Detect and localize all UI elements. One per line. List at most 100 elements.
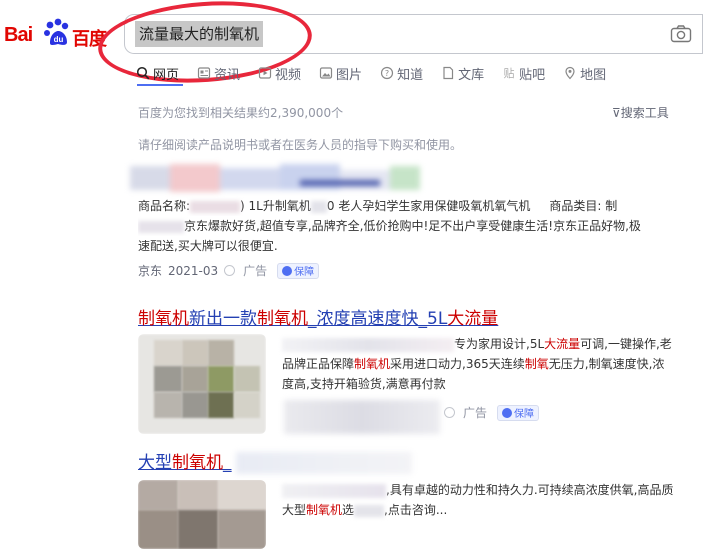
title-highlight: 制氧机 <box>257 309 308 329</box>
desc-text: 采用进口动力,365天连续 <box>390 357 525 371</box>
check-icon <box>502 407 513 418</box>
mosaic-cell <box>208 366 234 392</box>
tab-label: 网页 <box>153 67 180 83</box>
result3-title-link[interactable]: 大型制氧机_ <box>138 448 232 473</box>
guarantee-label: 保障 <box>294 267 315 278</box>
result2-thumbnail[interactable] <box>138 334 266 434</box>
result2-source-redacted <box>284 400 440 434</box>
search-tools-label: 搜索工具 <box>620 106 669 120</box>
mosaic-cell <box>234 392 260 418</box>
mosaic-cell <box>154 392 182 418</box>
mosaic-cell <box>154 366 182 392</box>
tab-label: 图片 <box>336 67 363 83</box>
tab-wenku[interactable]: 文库 <box>441 62 484 84</box>
mosaic-cell <box>218 480 266 510</box>
source-date: 2021-03 <box>168 263 219 278</box>
active-tab-indicator <box>137 84 183 86</box>
desc-text: 大型 <box>282 503 307 517</box>
info-icon[interactable] <box>224 265 236 276</box>
result2-meta: 广告 保障 <box>444 404 540 421</box>
guarantee-badge[interactable]: 保障 <box>497 404 540 421</box>
tab-label: 贴吧 <box>519 67 546 83</box>
mosaic-cell <box>154 340 182 366</box>
desc-highlight: 大流量 <box>544 337 581 351</box>
desc-text: ,点击咨询... <box>384 503 448 517</box>
desc-highlight: 制氧 <box>524 357 549 371</box>
tab-label: 文库 <box>458 67 485 83</box>
title-text: _ <box>223 453 232 473</box>
mosaic-cell <box>182 340 208 366</box>
title-text: 新出一款 <box>189 309 257 329</box>
result-count: 百度为您找到相关结果约2,390,000个 <box>138 106 344 120</box>
tab-news[interactable]: 资讯 <box>197 62 240 84</box>
title-highlight: 制氧机 <box>172 453 223 473</box>
tab-map[interactable]: 地图 <box>563 62 606 84</box>
info-icon[interactable] <box>444 407 455 418</box>
desc-highlight: 制氧机 <box>306 503 343 517</box>
title-highlight: 制氧机 <box>138 309 189 329</box>
ad1-desc-part: 0 老人孕妇学生家用保健吸氧机氧气机 <box>326 199 531 213</box>
baidu-logo[interactable]: Bai du 百度 <box>4 16 107 56</box>
logo-text-cn: 百度 <box>72 29 107 50</box>
camera-icon[interactable] <box>670 24 692 44</box>
tab-web[interactable]: 网页 <box>136 62 179 84</box>
mosaic-cell <box>182 392 208 418</box>
search-icon <box>136 66 150 80</box>
desc-text: 选 <box>342 503 355 517</box>
tab-tieba[interactable]: 贴 贴吧 <box>502 62 546 84</box>
result3-description: ,具有卓越的动力性和持久力.可持续高浓度供氧,高品质 大型制氧机选 ,点击咨询..… <box>282 480 700 520</box>
desc-text: 专为家用设计,5L <box>454 337 545 351</box>
ad-label: 广告 <box>243 264 268 278</box>
svg-text:贴: 贴 <box>504 66 515 80</box>
search-input[interactable]: 流量最大的制氧机 <box>135 21 264 47</box>
svg-text:du: du <box>54 35 64 44</box>
result2-title-link[interactable]: 制氧机新出一款制氧机_浓度高速度快_5L大流量 <box>138 304 498 329</box>
result3-thumbnail[interactable] <box>138 480 266 549</box>
guarantee-badge[interactable]: 保障 <box>277 262 320 279</box>
title-text: _浓度高速度快_5L <box>308 309 448 329</box>
mosaic-cell <box>208 340 234 366</box>
search-tools-button[interactable]: ⊽搜索工具 <box>612 104 669 121</box>
ad1-meta: 京东 2021-03 广告 保障 <box>138 262 320 279</box>
mosaic-cell <box>138 510 178 549</box>
desc-text: 无压力,制氧速度快,浓 <box>548 357 665 371</box>
ad1-title-redacted[interactable] <box>130 164 440 194</box>
desc-text: 度高,支持开箱验货,满意再付款 <box>282 377 446 391</box>
ad1-desc-part: 商品类目: 制 <box>549 199 618 213</box>
logo-text-latin: Bai <box>4 24 33 46</box>
tab-label: 视频 <box>275 67 302 83</box>
filter-icon: ⊽ <box>612 106 621 120</box>
tab-zhidao[interactable]: ? 知道 <box>380 62 423 84</box>
desc-text: ,具有卓越的动力性和持久力.可持续高浓度供氧,高品质 <box>386 483 674 497</box>
redacted-block <box>190 200 241 213</box>
mosaic-cell <box>234 366 260 392</box>
search-box[interactable]: 流量最大的制氧机 <box>124 14 703 54</box>
title-text: 大型 <box>138 453 172 473</box>
search-tabs: 网页 资讯 视频 图片 ? 知道 文库 贴 贴吧 地图 <box>136 62 624 86</box>
ad1-desc-part: 京东爆款好货,超值专享,品牌齐全,低价抢购中!足不出户享受健康生活!京东正品好物… <box>184 219 641 233</box>
paw-icon: du <box>44 18 69 45</box>
tab-video[interactable]: 视频 <box>258 62 301 84</box>
desc-text: 品牌正品保障 <box>282 357 355 371</box>
result2-description: 专为家用设计,5L大流量可调,一键操作,老 品牌正品保障制氧机采用进口动力,36… <box>282 334 700 394</box>
tab-label: 资讯 <box>214 67 241 83</box>
ad1-description: 商品名称:) 1L升制氧机 0 老人孕妇学生家用保健吸氧机氧气机 商品类目: 制 … <box>138 196 700 256</box>
tab-images[interactable]: 图片 <box>319 62 362 84</box>
mosaic-cell <box>178 510 218 549</box>
video-icon <box>258 67 272 79</box>
guarantee-label: 保障 <box>514 409 535 420</box>
mosaic-cell <box>138 480 178 510</box>
title-highlight: 大流量 <box>447 309 499 329</box>
redacted-block <box>310 200 327 213</box>
mosaic-cell <box>218 510 266 549</box>
desc-text: 可调,一键操作,老 <box>580 337 672 351</box>
document-icon <box>443 66 454 80</box>
ad-label: 广告 <box>463 406 488 420</box>
mosaic-cell <box>208 392 234 418</box>
redacted-block <box>354 504 385 517</box>
tab-label: 地图 <box>580 67 607 83</box>
redacted-block <box>282 483 386 498</box>
result3-title-redacted <box>236 452 412 474</box>
desc-highlight: 制氧机 <box>354 357 391 371</box>
mosaic-icon <box>130 164 420 192</box>
